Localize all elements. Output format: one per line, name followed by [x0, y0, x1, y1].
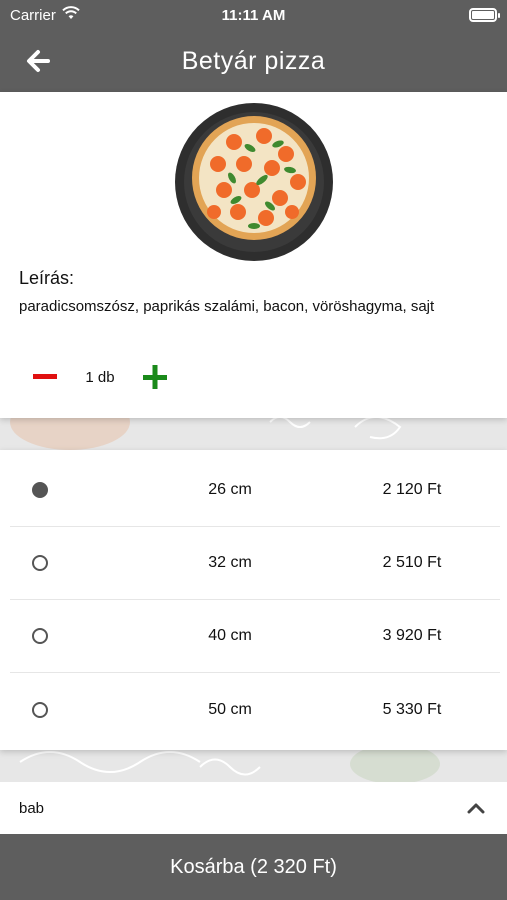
radio-icon — [32, 628, 48, 644]
radio-selected-icon — [32, 482, 48, 498]
size-price: 2 510 Ft — [382, 554, 442, 571]
extra-label: bab — [19, 799, 45, 817]
size-label: 40 cm — [208, 627, 252, 644]
radio-icon — [32, 555, 48, 571]
quantity-stepper: 1 db — [32, 362, 168, 392]
status-bar: Carrier 11:11 AM — [0, 0, 507, 30]
wifi-icon — [62, 6, 80, 24]
status-left: Carrier — [10, 6, 80, 24]
product-card: Leírás: paradicsomszósz, paprikás szalám… — [0, 92, 507, 418]
quantity-value: 1 db — [85, 368, 115, 386]
nav-bar: Betyár pizza — [0, 30, 507, 92]
size-option-50[interactable]: 50 cm 5 330 Ft — [10, 673, 500, 746]
add-to-cart-button[interactable]: Kosárba (2 320 Ft) — [0, 834, 507, 900]
size-option-26[interactable]: 26 cm 2 120 Ft — [10, 454, 500, 527]
carrier-label: Carrier — [10, 6, 56, 24]
add-to-cart-label: Kosárba (2 320 Ft) — [170, 855, 337, 878]
plus-icon — [143, 365, 167, 389]
size-label: 50 cm — [208, 700, 252, 718]
size-price: 2 120 Ft — [382, 481, 442, 498]
chevron-up-icon — [467, 803, 485, 814]
extra-option-row[interactable]: bab — [0, 782, 507, 834]
minus-icon — [33, 374, 57, 379]
size-option-32[interactable]: 32 cm 2 510 Ft — [10, 527, 500, 600]
pizza-image — [175, 103, 333, 261]
battery-icon — [469, 8, 500, 22]
back-button[interactable] — [22, 45, 54, 77]
plus-button[interactable] — [142, 362, 168, 392]
size-option-40[interactable]: 40 cm 3 920 Ft — [10, 600, 500, 673]
arrow-left-icon — [27, 50, 50, 72]
radio-icon — [32, 701, 48, 718]
size-label: 26 cm — [208, 481, 252, 498]
size-options-card: 26 cm 2 120 Ft 32 cm 2 510 Ft 40 cm 3 92… — [0, 450, 507, 750]
size-label: 32 cm — [208, 554, 252, 571]
description-text: paradicsomszósz, paprikás szalámi, bacon… — [19, 298, 435, 315]
page-title: Betyár pizza — [181, 46, 326, 75]
minus-button[interactable] — [32, 362, 58, 392]
size-price: 5 330 Ft — [382, 700, 442, 718]
description-label: Leírás: — [19, 268, 75, 288]
size-price: 3 920 Ft — [382, 627, 442, 644]
